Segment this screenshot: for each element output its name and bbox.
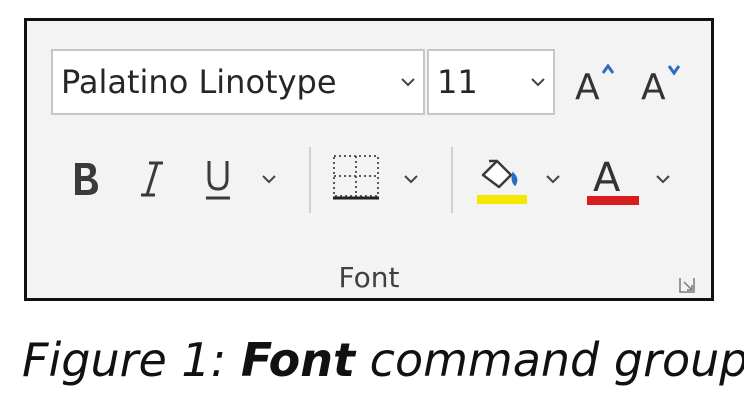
bold-icon[interactable] — [69, 157, 103, 201]
font-name-value: Palatino Linotype — [61, 63, 337, 101]
font-size-combobox[interactable]: 11 — [427, 49, 555, 115]
chevron-down-icon[interactable] — [259, 173, 279, 185]
chevron-down-icon[interactable] — [393, 76, 423, 88]
underline-icon[interactable] — [201, 155, 235, 203]
chevron-down-icon[interactable] — [523, 76, 553, 88]
separator — [309, 147, 311, 213]
italic-icon[interactable] — [135, 157, 169, 201]
caption-prefix: Figure 1: — [22, 333, 241, 387]
caption-suffix: command group — [355, 333, 744, 387]
chevron-down-icon[interactable] — [543, 173, 563, 185]
fill-color-icon[interactable] — [475, 149, 529, 205]
chevron-down-icon[interactable] — [653, 173, 673, 185]
decrease-font-size-icon[interactable]: A — [639, 61, 689, 105]
separator — [451, 147, 453, 213]
caption-bold: Font — [240, 333, 356, 387]
svg-text:A: A — [641, 67, 666, 105]
font-size-value: 11 — [437, 63, 478, 101]
group-label: Font — [338, 261, 400, 294]
increase-font-size-icon[interactable]: A — [573, 61, 623, 105]
font-color-swatch — [587, 196, 639, 205]
chevron-down-icon[interactable] — [401, 173, 421, 185]
svg-text:A: A — [575, 67, 600, 105]
svg-text:A: A — [593, 155, 621, 201]
highlight-color-swatch — [477, 195, 527, 204]
font-name-combobox[interactable]: Palatino Linotype — [51, 49, 425, 115]
font-color-icon[interactable]: A — [585, 149, 641, 207]
font-command-group: Palatino Linotype 11 A A A Font — [24, 18, 714, 301]
figure-caption: Figure 1: Font command group — [22, 333, 744, 387]
dialog-launcher-icon[interactable] — [677, 275, 697, 295]
borders-icon[interactable] — [331, 153, 381, 203]
